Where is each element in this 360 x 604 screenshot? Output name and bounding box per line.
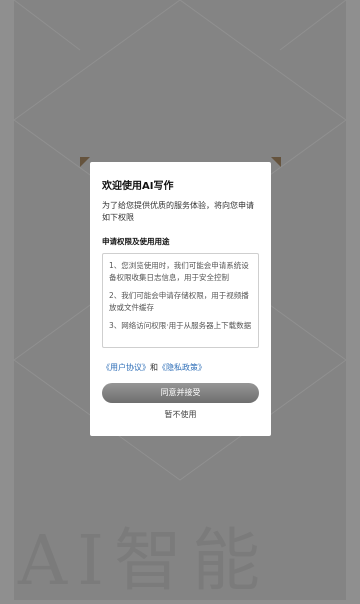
user-agreement-link[interactable]: 《用户协议》 xyxy=(102,363,150,372)
permission-item: 1、您浏览使用时，我们可能会申请系统设备权限收集日志信息，用于安全控制 xyxy=(109,261,249,282)
privacy-policy-link[interactable]: 《隐私政策》 xyxy=(158,363,206,372)
dialog-title: 欢迎使用AI写作 xyxy=(102,181,174,192)
and-text: 和 xyxy=(150,363,158,372)
permission-item: 2、我们可能会申请存储权限，用于视频播放或文件缓存 xyxy=(109,291,249,312)
permission-dialog: 欢迎使用AI写作 为了给您提供优质的服务体验，将向您申请如下权限 申请权限及使用… xyxy=(90,162,271,436)
permissions-scroll-box[interactable]: 1、您浏览使用时，我们可能会申请系统设备权限收集日志信息，用于安全控制 2、我们… xyxy=(102,253,259,348)
permissions-section-title: 申请权限及使用用途 xyxy=(102,237,170,246)
permission-item: 3、网络访问权限·用于从服务器上下载数据 xyxy=(109,321,252,330)
dialog-intro: 为了给您提供优质的服务体验，将向您申请如下权限 xyxy=(102,201,254,222)
agree-button[interactable]: 同意并接受 xyxy=(102,383,259,403)
policy-links: 《用户协议》和《隐私政策》 xyxy=(102,362,259,374)
decline-button[interactable]: 暂不使用 xyxy=(102,408,259,422)
